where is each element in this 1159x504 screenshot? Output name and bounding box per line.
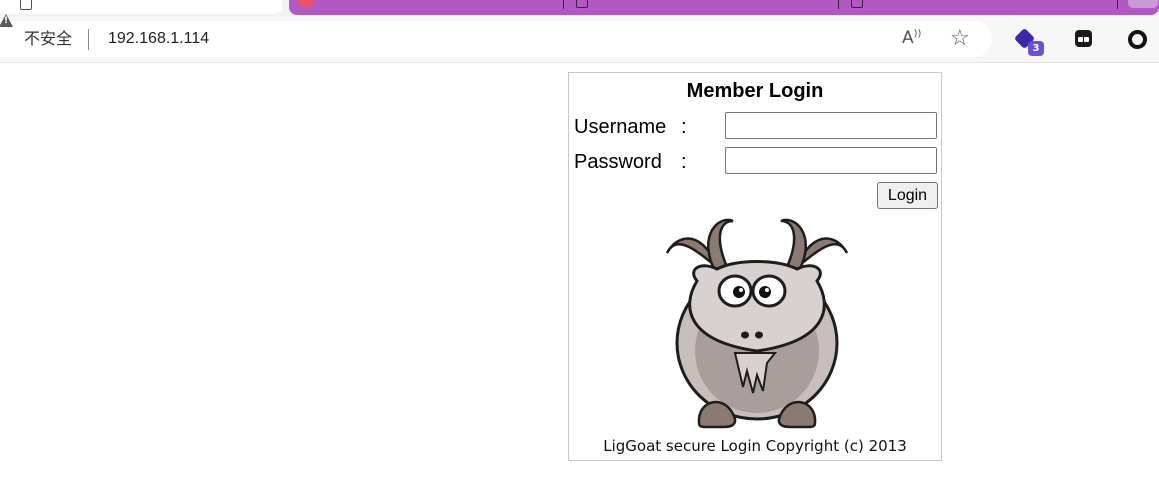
- copyright-text: LigGoat secure Login Copyright (c) 2013: [603, 437, 907, 455]
- address-divider: [88, 29, 89, 50]
- goat-illustration: [665, 218, 849, 429]
- username-colon: :: [681, 116, 687, 138]
- extension-mask-icon[interactable]: [1075, 30, 1092, 47]
- username-label: Username: [574, 116, 667, 138]
- tab-page-icon: [20, 0, 32, 10]
- tab-divider: [563, 0, 564, 9]
- password-colon: :: [681, 151, 687, 173]
- tab-divider: [1117, 0, 1118, 9]
- extension-badge: 3: [1028, 41, 1044, 56]
- active-tab[interactable]: [0, 0, 282, 14]
- password-field[interactable]: [725, 147, 937, 174]
- warning-triangle-icon[interactable]: [0, 14, 13, 27]
- tab-divider: [838, 0, 839, 9]
- security-status[interactable]: 不安全: [24, 29, 72, 49]
- tab-close-icon[interactable]: [1128, 0, 1158, 8]
- username-field[interactable]: [725, 112, 937, 139]
- login-button[interactable]: Login: [877, 182, 938, 209]
- tab-group[interactable]: [289, 0, 1159, 15]
- tab-page-icon: [851, 0, 863, 8]
- password-label: Password: [574, 151, 662, 173]
- read-aloud-icon[interactable]: A)): [902, 28, 921, 48]
- tab-strip: [0, 0, 1159, 16]
- star-icon[interactable]: ☆: [950, 26, 970, 51]
- login-title: Member Login: [686, 80, 824, 102]
- extension-circle-icon[interactable]: [1128, 30, 1147, 49]
- tab-page-icon: [576, 0, 588, 8]
- url-text[interactable]: 192.168.1.114: [108, 29, 209, 49]
- login-panel: Member Login Username : Password : Login…: [568, 72, 942, 461]
